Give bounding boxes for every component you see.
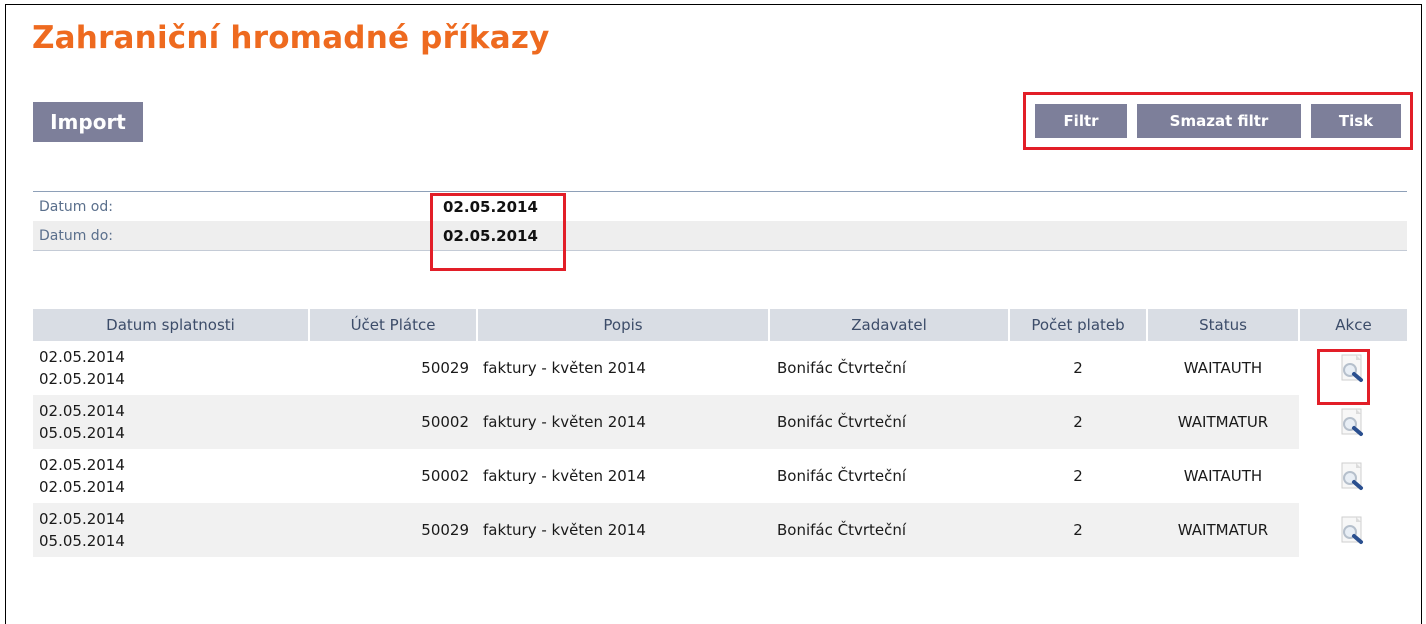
payment-count-cell: 2 [1073, 359, 1083, 377]
date-line: 02.05.2014 [39, 370, 125, 388]
date-to-label: Datum do: [39, 227, 113, 244]
table-row: 02.05.2014 02.05.2014 50029 faktury - kvě… [33, 341, 1407, 395]
status-cell: WAITAUTH [1183, 359, 1263, 377]
submitter-cell: Bonifác Čtvrteční [769, 503, 1009, 557]
magnifier-icon[interactable] [1336, 351, 1370, 385]
action-cell [1299, 449, 1407, 503]
payment-count-cell: 2 [1073, 467, 1083, 485]
date-to-value: 02.05.2014 [443, 226, 538, 245]
print-button[interactable]: Tisk [1311, 104, 1401, 138]
date-line: 02.05.2014 [39, 456, 125, 474]
action-cell [1299, 503, 1407, 557]
description-cell: faktury - květen 2014 [483, 359, 646, 377]
submitter-cell: Bonifác Čtvrteční [777, 467, 907, 485]
filter-row-date-from: Datum od: 02.05.2014 [33, 192, 1407, 221]
import-button[interactable]: Import [33, 102, 143, 142]
due-date-cell: 02.05.2014 05.05.2014 [33, 395, 309, 449]
table-header-row: Datum splatnosti Účet Plátce Popis Zadav… [33, 309, 1407, 341]
table-row: 02.05.2014 05.05.2014 50002 faktury - kvě… [33, 395, 1407, 449]
status-cell: WAITMATUR [1147, 395, 1299, 449]
date-line: 05.05.2014 [39, 532, 125, 550]
payer-account-cell: 50002 [421, 467, 469, 485]
date-from-value: 02.05.2014 [443, 197, 538, 216]
date-line: 02.05.2014 [39, 348, 125, 366]
due-date-cell: 02.05.2014 02.05.2014 [33, 341, 309, 395]
filter-row-date-to: Datum do: 02.05.2014 [33, 221, 1407, 250]
filter-button[interactable]: Filtr [1035, 104, 1127, 138]
description-cell: faktury - květen 2014 [477, 503, 769, 557]
action-cell [1299, 341, 1407, 395]
column-header-description[interactable]: Popis [477, 309, 770, 341]
submitter-cell: Bonifác Čtvrteční [777, 359, 907, 377]
column-header-status[interactable]: Status [1147, 309, 1300, 341]
status-cell: WAITAUTH [1183, 467, 1263, 485]
due-date-cell: 02.05.2014 05.05.2014 [33, 503, 309, 557]
clear-filter-button[interactable]: Smazat filtr [1137, 104, 1301, 138]
column-header-due-date[interactable]: Datum splatnosti [33, 309, 310, 341]
date-line: 02.05.2014 [39, 478, 125, 496]
payer-account-cell: 50029 [309, 503, 477, 557]
column-header-actions: Akce [1299, 309, 1407, 341]
table-row: 02.05.2014 05.05.2014 50029 faktury - kvě… [33, 503, 1407, 557]
magnifier-icon[interactable] [1336, 405, 1370, 439]
description-cell: faktury - květen 2014 [477, 395, 769, 449]
date-line: 02.05.2014 [39, 510, 125, 528]
magnifier-icon[interactable] [1336, 513, 1370, 547]
due-date-cell: 02.05.2014 02.05.2014 [33, 449, 309, 503]
payment-count-cell: 2 [1009, 395, 1147, 449]
date-from-label: Datum od: [39, 198, 113, 215]
date-line: 05.05.2014 [39, 424, 125, 442]
column-header-submitter[interactable]: Zadavatel [769, 309, 1010, 341]
payer-account-cell: 50002 [309, 395, 477, 449]
table-row: 02.05.2014 02.05.2014 50002 faktury - kvě… [33, 449, 1407, 503]
column-header-payer-account[interactable]: Účet Plátce [309, 309, 478, 341]
column-header-payment-count[interactable]: Počet plateb [1009, 309, 1148, 341]
orders-table: Datum splatnosti Účet Plátce Popis Zadav… [33, 309, 1407, 557]
date-line: 02.05.2014 [39, 402, 125, 420]
description-cell: faktury - květen 2014 [483, 467, 646, 485]
page-title: Zahraniční hromadné příkazy [32, 20, 550, 56]
magnifier-icon[interactable] [1336, 459, 1370, 493]
payer-account-cell: 50029 [421, 359, 469, 377]
filter-summary: Datum od: 02.05.2014 Datum do: 02.05.201… [33, 191, 1407, 251]
status-cell: WAITMATUR [1147, 503, 1299, 557]
action-cell [1299, 395, 1407, 449]
payment-count-cell: 2 [1009, 503, 1147, 557]
submitter-cell: Bonifác Čtvrteční [769, 395, 1009, 449]
